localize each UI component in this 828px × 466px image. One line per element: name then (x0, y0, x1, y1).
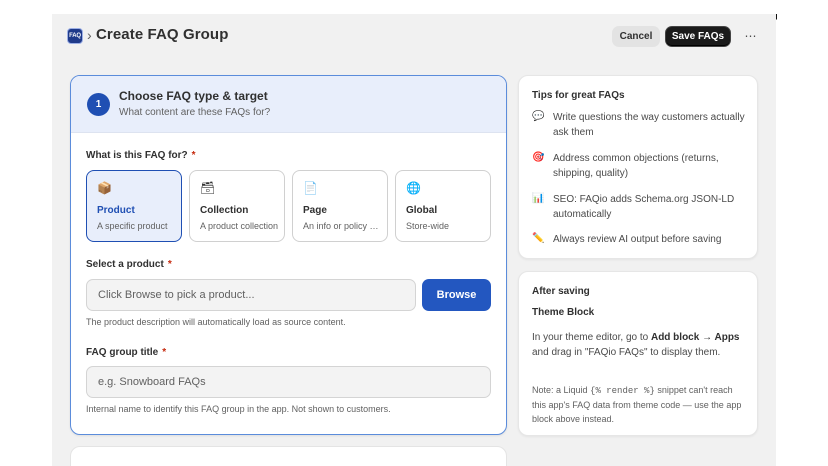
type-option-name: Product (97, 205, 135, 216)
type-option-desc: A specific product (97, 221, 168, 231)
type-option-name: Global (406, 205, 438, 216)
tip-text: Always review AI output before saving (553, 234, 722, 245)
step-title: Choose FAQ type & target (119, 89, 268, 103)
group-title-input[interactable]: e.g. Snowboard FAQs (86, 366, 491, 398)
page-title: Create FAQ Group (96, 26, 229, 43)
step-subtitle: What content are these FAQs for? (119, 107, 271, 118)
page-icon: 📄 (303, 181, 318, 195)
breadcrumb-chevron-icon: › (87, 27, 92, 43)
type-option-desc: A product collection (200, 221, 279, 231)
tips-title: Tips for great FAQs (532, 90, 625, 101)
faq-type-label: What is this FAQ for? * (86, 150, 196, 161)
tip-item: 🎯 Address common objections (returns, sh… (532, 151, 750, 181)
type-option-product[interactable]: 📦 Product A specific product (86, 170, 182, 242)
collection-icon: 🗃 (200, 181, 216, 195)
chart-icon: 📊 (532, 193, 545, 204)
page-header: FAQ › Create FAQ Group Cancel Save FAQs … (52, 14, 776, 58)
tip-item: ✏️ Always review AI output before saving (532, 232, 750, 247)
type-option-page[interactable]: 📄 Page An info or policy page (292, 170, 388, 242)
product-help-text: The product description will automatical… (86, 317, 346, 327)
pencil-icon: ✏️ (532, 233, 545, 244)
type-option-desc: An info or policy page (303, 221, 383, 231)
after-saving-card: After saving Theme Block In your theme e… (518, 271, 758, 436)
group-title-label: FAQ group title * (86, 347, 167, 358)
package-icon: 📦 (97, 181, 112, 195)
target-icon: 🎯 (532, 152, 545, 163)
faq-type-card: 1 Choose FAQ type & target What content … (70, 75, 507, 435)
speech-bubble-icon: 💬 (532, 111, 545, 122)
tip-text: SEO: FAQio adds Schema.org JSON-LD autom… (553, 194, 735, 220)
browse-button[interactable]: Browse (422, 279, 491, 311)
type-option-desc: Store-wide (406, 221, 450, 231)
tip-text: Write questions the way customers actual… (553, 112, 745, 138)
group-title-help-text: Internal name to identify this FAQ group… (86, 404, 391, 414)
product-picker-input[interactable]: Click Browse to pick a product... (86, 279, 416, 311)
product-select-label: Select a product * (86, 259, 172, 270)
theme-block-heading: Theme Block (532, 307, 595, 318)
step-number-badge: 1 (87, 93, 110, 116)
type-option-collection[interactable]: 🗃 Collection A product collection (189, 170, 285, 242)
type-option-global[interactable]: 🌐 Global Store-wide (395, 170, 491, 242)
next-step-card (70, 446, 507, 466)
tips-card: Tips for great FAQs 💬 Write questions th… (518, 75, 758, 259)
type-option-name: Collection (200, 205, 249, 216)
type-option-name: Page (303, 205, 327, 216)
step-header: 1 Choose FAQ type & target What content … (71, 76, 506, 133)
save-faqs-button[interactable]: Save FAQs (665, 26, 731, 47)
tip-text: Address common objections (returns, ship… (553, 153, 719, 179)
app-window: FAQ › Create FAQ Group Cancel Save FAQs … (52, 14, 776, 466)
tip-item: 📊 SEO: FAQio adds Schema.org JSON-LD aut… (532, 192, 750, 222)
app-logo-icon: FAQ (67, 28, 83, 44)
more-actions-icon[interactable]: ⋯ (742, 27, 760, 45)
globe-icon: 🌐 (406, 181, 421, 195)
liquid-note: Note: a Liquid {% render %} snippet can'… (532, 385, 742, 424)
after-saving-title: After saving (532, 286, 590, 297)
cancel-button[interactable]: Cancel (612, 26, 660, 47)
tip-item: 💬 Write questions the way customers actu… (532, 110, 750, 140)
theme-block-instructions: In your theme editor, go to Add block → … (532, 332, 740, 358)
